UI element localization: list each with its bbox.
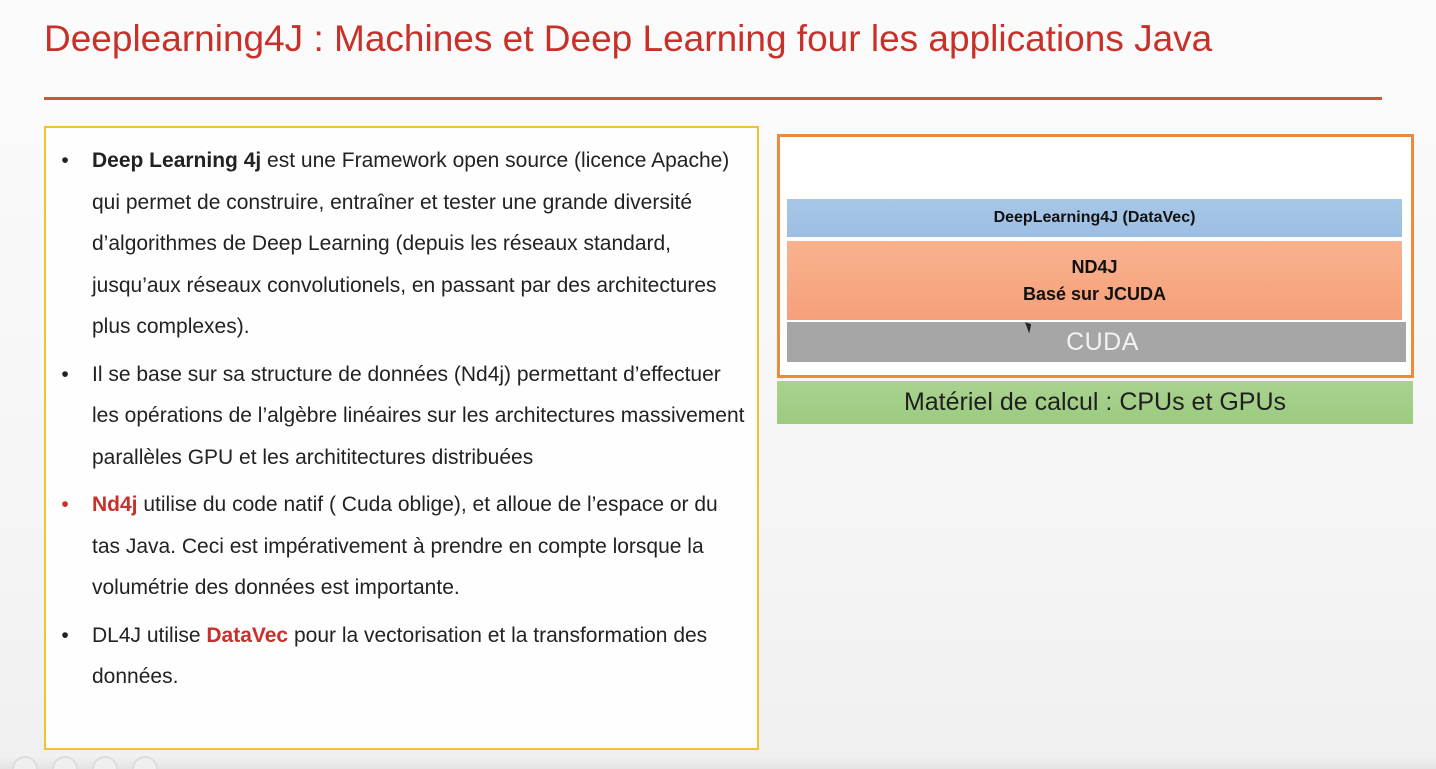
- bullet-text: est une Framework open source (licence A…: [92, 149, 730, 338]
- slide: Deeplearning4J : Machines et Deep Learni…: [0, 0, 1436, 769]
- bullet-emphasis: DataVec: [206, 623, 289, 647]
- nd4j-layer-title: ND4J: [1071, 256, 1118, 277]
- nd4j-layer: ND4J Basé sur JCUDA: [787, 241, 1402, 320]
- bullet-prefix: DL4J utilise: [92, 623, 207, 647]
- bullet-emphasis: Deep Learning 4j: [92, 149, 262, 172]
- bullet-marker: •: [61, 623, 69, 647]
- player-control-button[interactable]: [52, 756, 78, 769]
- bullet-marker: •: [61, 149, 69, 172]
- cuda-layer: CUDA: [787, 322, 1406, 362]
- nd4j-layer-subtitle: Basé sur JCUDA: [1022, 283, 1167, 304]
- bullet-emphasis: Nd4j: [92, 493, 138, 516]
- player-control-button[interactable]: [132, 756, 158, 769]
- bullet-item-nd4j-structure: • Il se base sur sa structure de données…: [46, 354, 757, 479]
- player-control-button[interactable]: [12, 756, 38, 769]
- bullet-item-nd4j-native: • Nd4j utilise du code natif ( Cuda obli…: [46, 484, 757, 609]
- title-divider: [44, 97, 1382, 100]
- player-control-button[interactable]: [92, 756, 118, 769]
- bullet-item-datavec: • DL4J utilise DataVec pour la vectorisa…: [46, 615, 757, 698]
- slide-title: Deeplearning4J : Machines et Deep Learni…: [44, 18, 1213, 59]
- bullet-marker: •: [61, 362, 69, 386]
- bullet-marker: •: [61, 493, 69, 516]
- bullet-list: • Deep Learning 4j est une Framework ope…: [46, 128, 757, 698]
- bullet-text: Il se base sur sa structure de données (…: [92, 362, 745, 469]
- hardware-layer: Matériel de calcul : CPUs et GPUs: [777, 381, 1413, 424]
- bullet-text: utilise du code natif ( Cuda oblige), et…: [92, 493, 718, 599]
- player-controls: [12, 756, 158, 769]
- dl4j-layer: DeepLearning4J (DataVec): [787, 199, 1402, 237]
- bullet-text-box: • Deep Learning 4j est une Framework ope…: [44, 126, 759, 750]
- video-player-bar: [0, 754, 1436, 769]
- architecture-stack-diagram: DeepLearning4J (DataVec) ND4J Basé sur J…: [777, 134, 1414, 378]
- bullet-item-dl4j-framework: • Deep Learning 4j est une Framework ope…: [46, 140, 757, 348]
